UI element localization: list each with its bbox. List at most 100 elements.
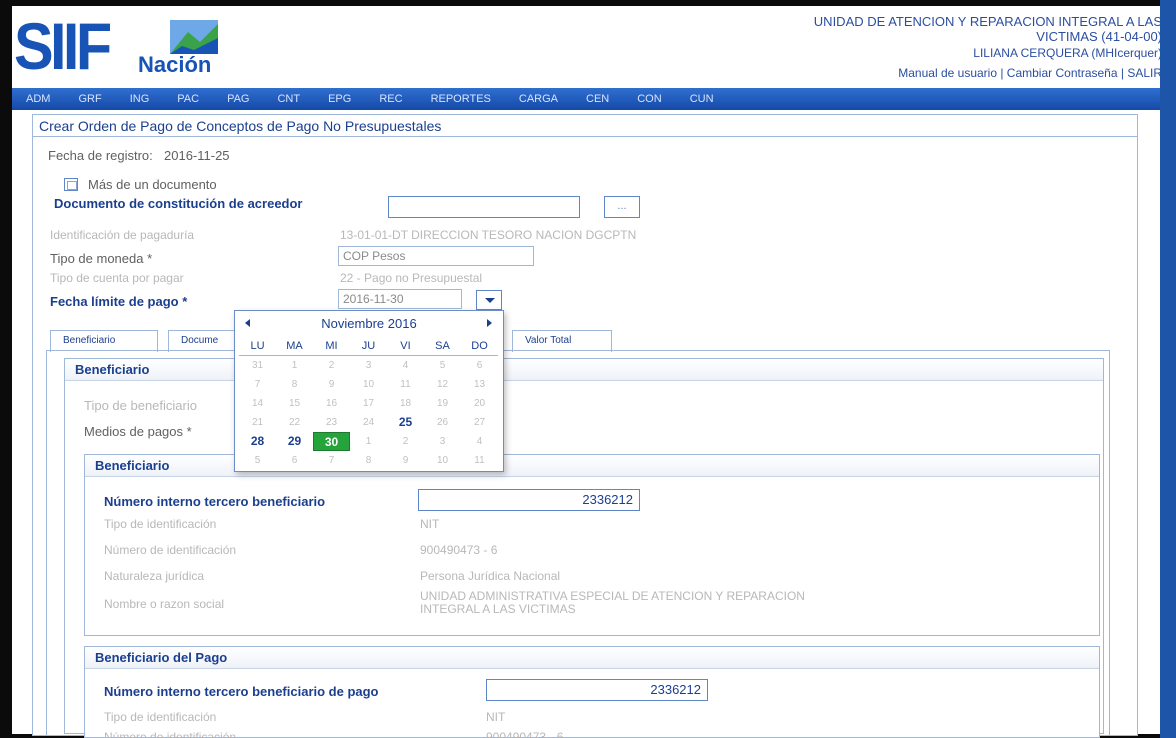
tab-beneficiario[interactable]: Beneficiario [50,330,158,352]
calendar-day: 15 [288,398,301,409]
window-frame-top [0,0,1176,6]
menu-item-pag[interactable]: PAG [227,93,249,105]
calendar-day: 7 [328,455,335,466]
logout-link[interactable]: SALIR [1127,66,1162,80]
calendar-week-row: 5 6 7 8 9 10 11 [239,451,501,470]
calendar-day: 3 [439,436,446,447]
calendar-day: 31 [251,360,264,371]
link-separator: | [1117,66,1128,80]
menu-item-cun[interactable]: CUN [690,93,714,105]
menu-item-con[interactable]: CON [637,93,661,105]
calendar-weekday: SA [424,337,461,356]
menu-item-cen[interactable]: CEN [586,93,609,105]
calendar-day: 5 [254,455,261,466]
calendar-day: 22 [288,417,301,428]
calendar-day[interactable]: 29 [276,432,313,451]
naturaleza-value: Persona Jurídica Nacional [420,569,561,583]
fecha-limite-label: Fecha límite de pago * [50,294,188,309]
calendar-month-label: Noviembre 2016 [321,315,417,331]
pagaduria-value: 13-01-01-DT DIRECCION TESORO NACION DGCP… [340,228,637,242]
calendar-week-row: 31 1 2 3 4 5 6 [239,356,501,375]
calendar-weekday: MA [276,337,313,356]
naturaleza-label: Naturaleza jurídica [104,569,205,583]
calendar-popup: Noviembre 2016 LU MA MI JU VI SA DO 31 1 2 3 4 5 6 7 8 9… [234,310,504,472]
fecha-registro-value: 2016-11-25 [164,148,230,163]
menu-item-pac[interactable]: PAC [177,93,199,105]
menu-item-adm[interactable]: ADM [26,93,50,105]
calendar-day: 18 [399,398,412,409]
calendar-day: 5 [439,360,446,371]
doc-constitucion-search-button[interactable]: ... [604,196,640,218]
menu-item-reportes[interactable]: REPORTES [431,93,491,105]
calendar-day: 10 [436,455,449,466]
next-month-arrow-icon[interactable] [483,315,495,331]
calendar-week-row: 21 22 23 24 25 26 27 [239,413,501,432]
beneficiario-section-title: Beneficiario [65,359,1103,381]
moneda-label: Tipo de moneda * [50,251,153,266]
calendar-grid: LU MA MI JU VI SA DO 31 1 2 3 4 5 6 7 8 9 10 11 12 13 14 15 16 1… [239,337,501,470]
numero-interno-pago-label: Número interno tercero beneficiario de p… [104,684,379,699]
user-name: LILIANA CERQUERA (MHIcerquer) [973,46,1162,60]
beneficiario-pago-title: Beneficiario del Pago [85,647,1099,669]
mas-documento-checkbox[interactable] [64,178,78,191]
pagaduria-label: Identificación de pagaduría [50,228,195,242]
tab-valor-total[interactable]: Valor Total [512,330,612,352]
logo-flag-icon [170,20,218,54]
moneda-field[interactable]: COP Pesos [338,246,534,266]
calendar-dropdown-button[interactable] [476,290,502,310]
tipo-identificacion-value: NIT [420,517,440,531]
calendar-day: 21 [251,417,264,428]
menu-item-cnt[interactable]: CNT [277,93,300,105]
calendar-day: 11 [400,379,411,390]
prev-month-arrow-icon[interactable] [243,315,255,331]
header-links: Manual de usuario | Cambiar Contraseña |… [898,66,1162,80]
menu-item-ing[interactable]: ING [130,93,150,105]
calendar-day[interactable]: 25 [387,413,424,432]
calendar-day: 17 [362,398,375,409]
window-frame-left [0,0,12,738]
calendar-day: 4 [402,360,409,371]
nombre-value: UNIDAD ADMINISTRATIVA ESPECIAL DE ATENCI… [420,590,805,616]
siif-logo: SIIF Nación [14,9,224,83]
calendar-day: 2 [402,436,409,447]
calendar-day: 19 [436,398,449,409]
calendar-day[interactable]: 30 [313,432,350,451]
change-password-link[interactable]: Cambiar Contraseña [1007,66,1118,80]
calendar-weekday-row: LU MA MI JU VI SA DO [239,337,501,356]
calendar-day[interactable]: 28 [239,432,276,451]
cuenta-value: 22 - Pago no Presupuestal [340,271,483,285]
numero-identificacion-pago-value: 900490473 - 6 [486,730,564,738]
calendar-day: 3 [365,360,372,371]
menu-item-grf[interactable]: GRF [78,93,101,105]
doc-constitucion-input[interactable] [388,196,580,218]
logo-subtitle: Nación [138,52,212,77]
numero-identificacion-pago-label: Número de identificación [104,730,237,738]
tipo-identificacion-pago-label: Tipo de identificación [104,710,217,724]
calendar-day: 8 [291,379,298,390]
page-title: Crear Orden de Pago de Conceptos de Pago… [33,115,1137,137]
medios-pagos-label: Medios de pagos * [84,424,192,439]
menu-item-carga[interactable]: CARGA [519,93,558,105]
numero-identificacion-label: Número de identificación [104,543,237,557]
fecha-registro-label: Fecha de registro: [48,148,153,163]
menu-item-rec[interactable]: REC [379,93,402,105]
menu-item-epg[interactable]: EPG [328,93,351,105]
calendar-day: 12 [436,379,449,390]
fecha-limite-input[interactable]: 2016-11-30 [338,289,462,309]
doc-constitucion-label: Documento de constitución de acreedor [54,196,303,211]
entity-name: UNIDAD DE ATENCION Y REPARACION INTEGRAL… [682,14,1162,44]
manual-link[interactable]: Manual de usuario [898,66,997,80]
calendar-day: 1 [291,360,298,371]
numero-interno-input[interactable]: 2336212 [418,489,640,511]
tipo-identificacion-pago-value: NIT [486,710,506,724]
calendar-weekday: LU [239,337,276,356]
calendar-day: 13 [473,379,486,390]
calendar-day: 9 [402,455,409,466]
numero-interno-pago-input[interactable]: 2336212 [486,679,708,701]
calendar-day: 16 [325,398,338,409]
entity-name-line2: VICTIMAS (41-04-00) [1036,29,1162,44]
numero-interno-label: Número interno tercero beneficiario [104,494,326,509]
tipo-identificacion-label: Tipo de identificación [104,517,217,531]
calendar-day: 24 [362,417,375,428]
entity-name-line1: UNIDAD DE ATENCION Y REPARACION INTEGRAL… [813,14,1162,29]
